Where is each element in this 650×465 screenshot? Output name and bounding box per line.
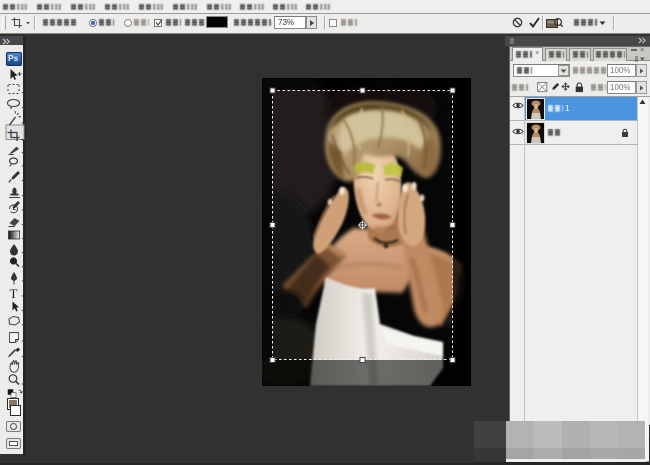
svg-text:T: T <box>10 286 18 301</box>
